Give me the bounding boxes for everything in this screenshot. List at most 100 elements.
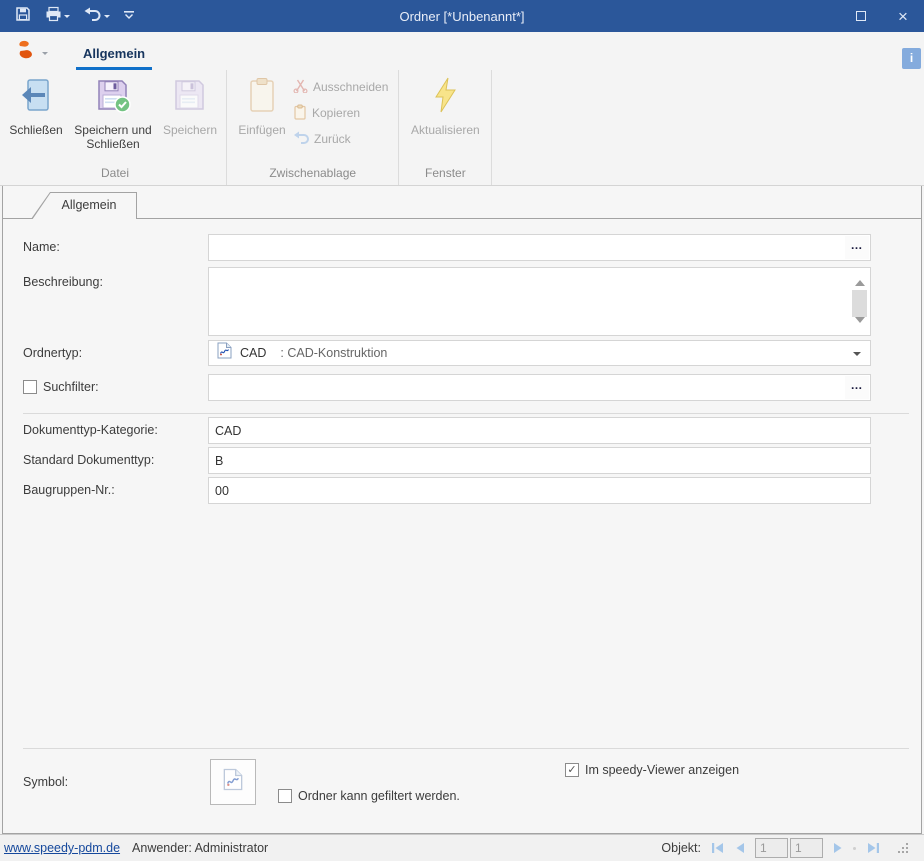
symbol-label: Symbol: xyxy=(23,759,203,805)
ribbon-body: Schließen xyxy=(0,70,924,185)
ribbon-group-fenster: Aktualisieren Fenster xyxy=(399,70,492,185)
nav-first-icon xyxy=(711,842,725,854)
nav-last-button[interactable] xyxy=(866,842,880,854)
suchfilter-browse-button[interactable]: … xyxy=(845,376,869,399)
symbol-button[interactable] xyxy=(210,759,256,805)
suchfilter-label: Suchfilter: xyxy=(43,374,99,401)
dokumenttyp-kategorie-field xyxy=(208,417,871,444)
print-icon xyxy=(45,6,62,27)
customize-quick-access-button[interactable] xyxy=(119,4,139,28)
user-label: Anwender: Administrator xyxy=(132,841,268,855)
suchfilter-input[interactable] xyxy=(209,375,870,400)
nav-next-button[interactable] xyxy=(833,842,843,854)
copy-icon xyxy=(293,104,307,123)
quick-access-toolbar xyxy=(10,3,139,30)
beschreibung-field[interactable] xyxy=(208,267,871,336)
scrollbar-thumb[interactable] xyxy=(852,290,867,317)
group-label-datei: Datei xyxy=(4,166,226,185)
separator-line xyxy=(23,413,909,414)
app-menu-button[interactable] xyxy=(14,39,48,66)
ribbon-group-datei: Schließen xyxy=(4,70,227,185)
resize-grip[interactable] xyxy=(898,842,910,854)
window-controls: × xyxy=(840,0,924,32)
nav-total-box[interactable]: 1 xyxy=(790,838,823,858)
baugruppen-nr-field xyxy=(208,477,871,504)
name-field: … xyxy=(208,234,871,261)
viewer-checkbox[interactable]: ✓ xyxy=(565,763,579,777)
nav-current-box[interactable]: 1 xyxy=(755,838,788,858)
nav-separator-dot xyxy=(853,847,856,850)
form-panel: Allgemein Name: … Beschreibung: Ordnerty… xyxy=(2,186,922,834)
suchfilter-checkbox[interactable] xyxy=(23,380,37,394)
ribbon-tab-allgemein[interactable]: Allgemein xyxy=(76,43,152,70)
nav-prev-button[interactable] xyxy=(735,842,745,854)
nav-next-icon xyxy=(833,842,843,854)
standard-dokumenttyp-input[interactable] xyxy=(209,448,870,473)
close-icon: × xyxy=(898,8,908,25)
panel-top-border xyxy=(3,218,921,219)
gefiltert-checkbox[interactable] xyxy=(278,789,292,803)
cad-document-icon xyxy=(223,768,243,796)
back-icon xyxy=(293,131,309,147)
group-label-fenster: Fenster xyxy=(399,166,491,185)
print-dropdown-icon[interactable] xyxy=(64,15,70,21)
scroll-down-icon[interactable] xyxy=(855,317,865,328)
standard-dokumenttyp-label: Standard Dokumenttyp: xyxy=(23,447,203,474)
ausschneiden-button: Ausschneiden xyxy=(293,78,388,96)
speedy-logo xyxy=(14,39,38,66)
ribbon-tab-row: Allgemein i xyxy=(0,32,924,70)
save-button[interactable] xyxy=(10,3,36,30)
info-button[interactable]: i xyxy=(902,48,921,69)
nav-first-button[interactable] xyxy=(711,842,725,854)
undo-dropdown-icon[interactable] xyxy=(104,15,110,21)
einfuegen-button: Einfügen xyxy=(233,70,291,137)
viewer-checkbox-label: Im speedy-Viewer anzeigen xyxy=(585,763,739,778)
paste-icon xyxy=(247,77,277,118)
group-label-zwischenablage: Zwischenablage xyxy=(227,166,398,185)
zurueck-button: Zurück xyxy=(293,130,388,148)
ordnertyp-dropdown[interactable]: CAD : CAD-Konstruktion xyxy=(208,340,871,366)
gefiltert-checkbox-label: Ordner kann gefiltert werden. xyxy=(298,789,460,804)
cut-icon xyxy=(293,78,308,96)
speedy-pdm-link[interactable]: www.speedy-pdm.de xyxy=(4,841,120,855)
customize-quick-access-icon xyxy=(124,7,134,25)
kopieren-button: Kopieren xyxy=(293,104,388,122)
statusbar: www.speedy-pdm.de Anwender: Administrato… xyxy=(0,834,924,861)
cad-document-icon xyxy=(217,342,232,364)
undo-button[interactable] xyxy=(79,4,115,29)
app-window: Ordner [*Unbenannt*] × Allgemein i xyxy=(0,0,924,861)
aktualisieren-button[interactable]: Aktualisieren xyxy=(401,70,489,137)
close-button[interactable]: × xyxy=(882,0,924,32)
clipboard-small-buttons: Ausschneiden Kopieren Zurü xyxy=(291,70,398,148)
save-close-icon xyxy=(95,77,131,118)
standard-dokumenttyp-field xyxy=(208,447,871,474)
print-button[interactable] xyxy=(40,3,75,30)
refresh-lightning-icon xyxy=(428,77,462,118)
maximize-button[interactable] xyxy=(840,0,882,32)
name-label: Name: xyxy=(23,234,203,261)
undo-icon xyxy=(84,7,102,26)
beschreibung-scrollbar[interactable] xyxy=(850,269,869,334)
dropdown-arrow-icon[interactable] xyxy=(853,352,861,360)
beschreibung-label: Beschreibung: xyxy=(23,274,203,290)
name-input[interactable] xyxy=(209,235,870,260)
nav-last-icon xyxy=(866,842,880,854)
baugruppen-nr-input[interactable] xyxy=(209,478,870,503)
name-browse-button[interactable]: … xyxy=(845,236,869,259)
titlebar: Ordner [*Unbenannt*] × xyxy=(0,0,924,32)
ordnertyp-value-desc: : CAD-Konstruktion xyxy=(280,346,387,360)
dokumenttyp-kategorie-label: Dokumenttyp-Kategorie: xyxy=(23,417,203,444)
schliessen-button[interactable]: Schließen xyxy=(4,70,68,137)
ordnertyp-value-code: CAD xyxy=(240,346,266,360)
separator-line xyxy=(23,748,909,749)
objekt-label: Objekt: xyxy=(661,841,701,855)
baugruppen-nr-label: Baugruppen-Nr.: xyxy=(23,477,203,504)
suchfilter-field: … xyxy=(208,374,871,401)
maximize-icon xyxy=(856,11,866,21)
close-window-icon xyxy=(19,77,53,118)
scroll-up-icon[interactable] xyxy=(855,275,865,286)
speichern-button: Speichern xyxy=(158,70,222,137)
speichern-und-schliessen-button[interactable]: Speichern und Schließen xyxy=(68,70,158,151)
ribbon-group-zwischenablage: Einfügen Ausschneiden xyxy=(227,70,399,185)
dokumenttyp-kategorie-input[interactable] xyxy=(209,418,870,443)
